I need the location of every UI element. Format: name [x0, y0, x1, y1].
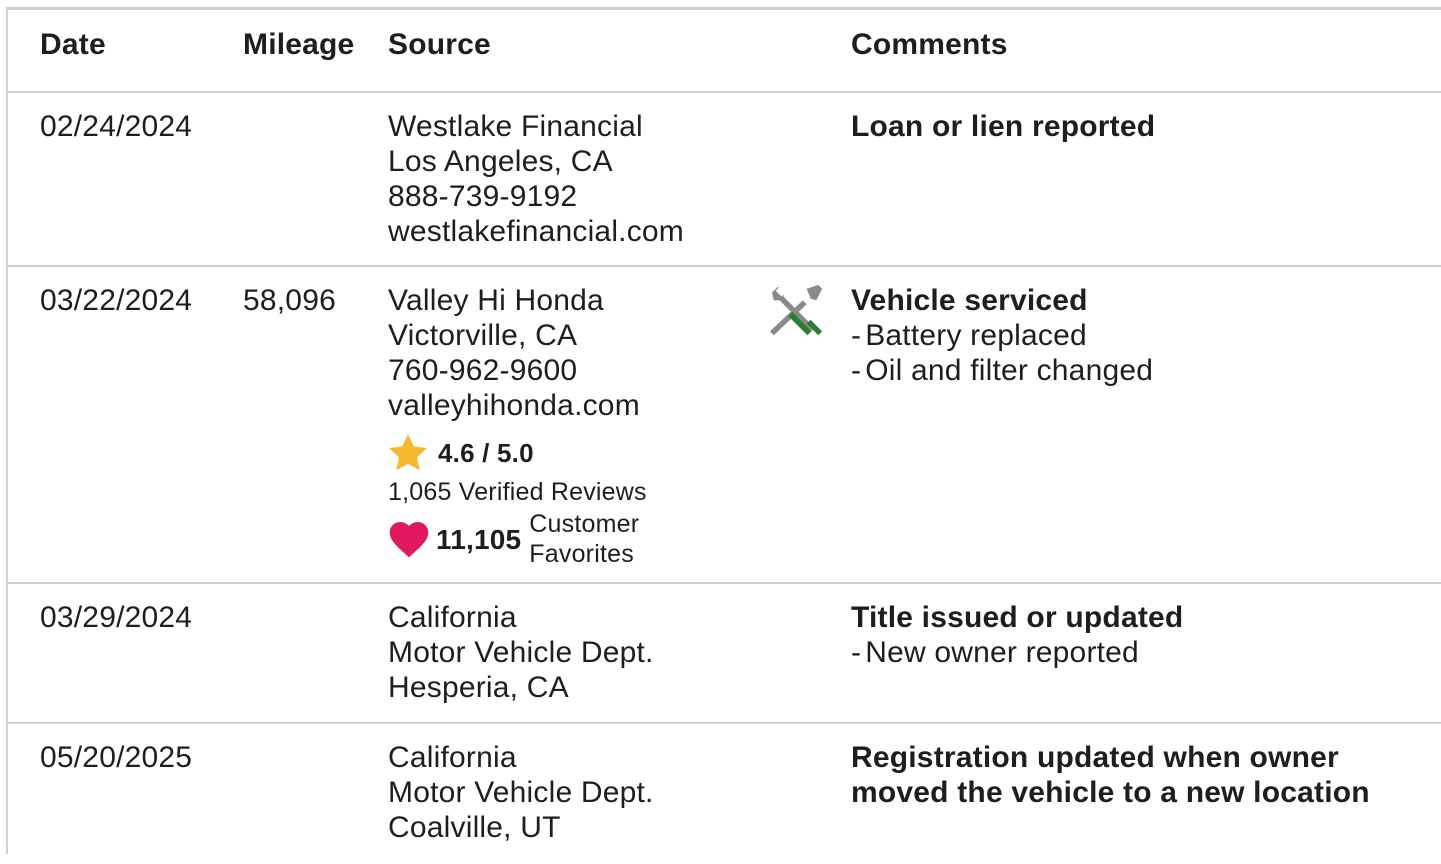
- header-date: Date: [40, 28, 106, 61]
- source-department: Motor Vehicle Dept.: [388, 636, 654, 669]
- comment-title: Loan or lien reported: [851, 110, 1156, 143]
- record-source: Westlake Financial Los Angeles, CA 888-7…: [388, 109, 684, 249]
- dealer-rating[interactable]: 4.6 / 5.0: [388, 431, 659, 475]
- rating-score: 4.6 / 5.0: [438, 437, 534, 468]
- source-website-link[interactable]: valleyhihonda.com: [388, 388, 659, 423]
- record-icon-cell: [768, 283, 826, 349]
- record-date: 02/24/2024: [40, 110, 193, 143]
- record-date: 03/29/2024: [40, 601, 193, 634]
- comment-title: Registration updated when owner moved th…: [851, 741, 1370, 809]
- record-comments: Vehicle serviced - Battery replaced - Oil …: [851, 283, 1153, 388]
- comment-item: - Battery replaced: [851, 319, 1087, 352]
- header-source: Source: [388, 28, 491, 61]
- record-comments: Registration updated when owner moved th…: [851, 740, 1391, 810]
- source-website-link[interactable]: westlakefinancial.com: [388, 214, 684, 249]
- record-source: California Motor Vehicle Dept. Coalville…: [388, 740, 654, 845]
- record-source: Valley Hi Honda Victorville, CA 760-962-…: [388, 283, 659, 569]
- wrench-screwdriver-icon: [769, 284, 823, 336]
- verified-reviews-link[interactable]: 1,065 Verified Reviews: [388, 477, 659, 507]
- header-comments: Comments: [851, 28, 1008, 61]
- table-header-row: Date Mileage Source Comments: [8, 10, 1441, 93]
- table-row: 03/22/2024 58,096 Valley Hi Honda Victor…: [8, 267, 1441, 584]
- source-phone[interactable]: 760-962-9600: [388, 353, 659, 388]
- record-date: 03/22/2024: [40, 284, 193, 317]
- record-comments: Loan or lien reported: [851, 109, 1155, 144]
- source-location: Victorville, CA: [388, 319, 578, 352]
- record-source: California Motor Vehicle Dept. Hesperia,…: [388, 600, 654, 705]
- comment-item: - Oil and filter changed: [851, 354, 1154, 387]
- favorites-count: 11,105: [436, 523, 522, 555]
- table-row: 03/29/2024 California Motor Vehicle Dept…: [8, 584, 1441, 724]
- source-name: Valley Hi Honda: [388, 284, 604, 317]
- source-name: California: [388, 741, 517, 774]
- source-department: Motor Vehicle Dept.: [388, 776, 654, 809]
- vehicle-history-table: Date Mileage Source Comments 02/24/2024 …: [6, 7, 1441, 854]
- customer-favorites: 11,105 Customer Favorites: [388, 509, 659, 569]
- comment-title: Vehicle serviced: [851, 284, 1088, 317]
- comment-item: - New owner reported: [851, 636, 1139, 669]
- star-icon: [389, 434, 427, 471]
- favorites-label: Customer Favorites: [529, 510, 640, 568]
- record-mileage: 58,096: [243, 284, 336, 317]
- table-row: 05/20/2025 California Motor Vehicle Dept…: [8, 724, 1441, 864]
- source-location: Los Angeles, CA: [388, 145, 613, 178]
- record-comments: Title issued or updated - New owner repor…: [851, 600, 1183, 670]
- header-mileage: Mileage: [243, 28, 355, 61]
- source-name: Westlake Financial: [388, 110, 643, 143]
- source-location: Coalville, UT: [388, 811, 561, 844]
- heart-icon: [389, 522, 429, 558]
- source-name: California: [388, 601, 517, 634]
- comment-title: Title issued or updated: [851, 601, 1184, 634]
- table-row: 02/24/2024 Westlake Financial Los Angele…: [8, 93, 1441, 267]
- record-date: 05/20/2025: [40, 741, 193, 774]
- source-phone[interactable]: 888-739-9192: [388, 179, 684, 214]
- source-location: Hesperia, CA: [388, 671, 569, 704]
